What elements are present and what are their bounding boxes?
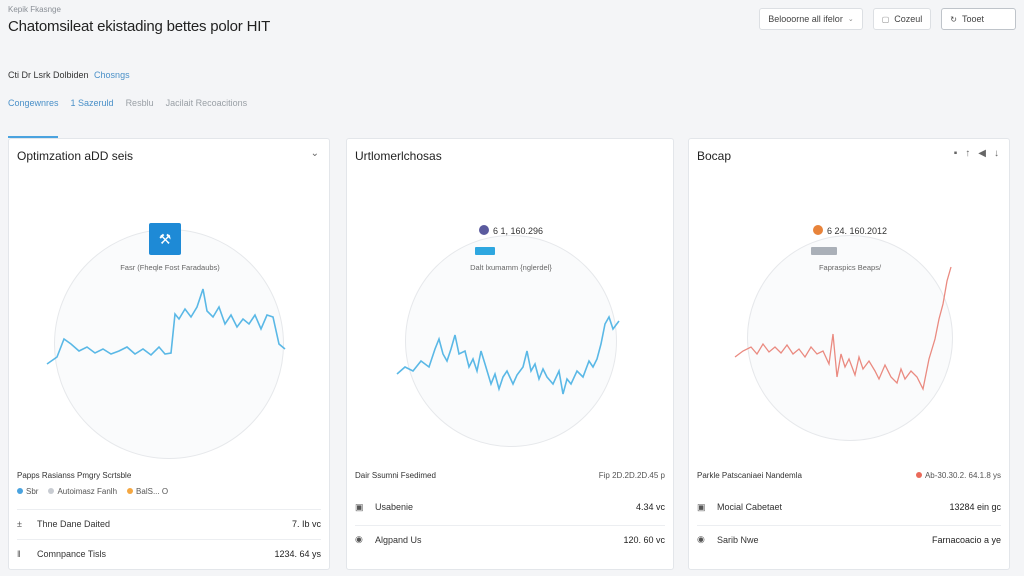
alert-dot <box>915 472 922 478</box>
metric-row[interactable]: ▣ Mocial Cabetaet 13284 ein gc <box>697 493 1001 521</box>
metric-row[interactable]: ◉ Algpand Us 120. 60 vc <box>355 525 665 553</box>
tertiary-button-label: Tooet <box>961 14 984 24</box>
tab-bar: Congewnres 1 Sazeruld Resblu Jacilait Re… <box>8 98 247 112</box>
metric-icon: ± <box>17 518 22 529</box>
card-footer: Parkle Patscaniaei Nandemla Ab-30.30.2. … <box>697 471 1001 480</box>
tertiary-button[interactable]: ↻ Tooet <box>941 8 1016 30</box>
metric-icon: ▣ <box>697 501 706 512</box>
metric-icon: ‖ <box>17 548 21 559</box>
metric-icon: ▣ <box>355 501 364 512</box>
line-chart <box>396 315 620 395</box>
card-footer: Dair Ssumni Fsedimed Fip 2D.2D.2D.45 p <box>355 471 665 480</box>
metric-label: Mocial Cabetaet <box>717 502 783 512</box>
footer-title-text: Parkle Patscaniaei Nandemla <box>697 471 802 480</box>
tab-4[interactable]: Jacilait Recoacitions <box>166 98 248 112</box>
top-actions: Belooorne all ifelor ⌄ ▢ Cozeul ↻ Tooet <box>759 8 1016 30</box>
metric-label: Usabenie <box>375 502 414 512</box>
metric-value: 1234. 64 ys <box>274 548 321 559</box>
legend: Sbr Autoimasz Fanlh BalS... O <box>17 487 168 496</box>
metric-value: Farnacoacio a ye <box>931 534 1001 545</box>
legend-dot <box>48 488 55 494</box>
metric-label: Algpand Us <box>375 534 422 545</box>
card-bocap: Bocap ▪ ↑ ◀ ↓ 6 24. 160.2012 Fapraspics … <box>688 138 1010 570</box>
line-chart <box>46 288 286 365</box>
metric-value: 7. Ib vc <box>291 518 321 529</box>
footer-timestamp-text: Ab-30.30.2. 64.1.8 ys <box>924 471 1001 480</box>
secondary-button[interactable]: ▢ Cozeul <box>872 8 932 30</box>
legend-label: Sbr <box>26 487 39 496</box>
legend-dot <box>127 488 134 494</box>
footer-title-text: Papps Rasianss Pmgry Scrtsble <box>17 471 132 480</box>
subtitle-text: Cti Dr Lsrk Dolbiden <box>8 70 89 80</box>
metric-label: Comnpance Tisls <box>37 548 107 559</box>
chevron-down-icon: ⌄ <box>847 16 854 23</box>
footer-title-text: Dair Ssumni Fsedimed <box>355 471 436 480</box>
footer-timestamp: Ab-30.30.2. 64.1.8 ys <box>915 471 1001 480</box>
metric-label: Sarib Nwe <box>717 534 759 545</box>
metric-value: 120. 60 vc <box>623 534 665 545</box>
metric-row[interactable]: ◉ Sarib Nwe Farnacoacio a ye <box>697 525 1001 553</box>
legend-item: BalS... O <box>127 487 168 496</box>
page-title: Chatomsileat ekistading bettes polor HIT <box>8 18 271 35</box>
legend-label: BalS... O <box>136 487 169 496</box>
metric-value: 13284 ein gc <box>949 502 1001 512</box>
tab-2[interactable]: 1 Sazeruld <box>71 98 114 112</box>
subtitle-link[interactable]: Chosngs <box>94 70 130 80</box>
metric-label: Thne Dane Daited <box>37 518 111 529</box>
calendar-icon: ▢ <box>881 14 890 24</box>
metric-row[interactable]: ▣ Usabenie 4.34 vc <box>355 493 665 521</box>
filter-button-label: Belooorne all ifelor <box>768 14 843 24</box>
card-optimization: Optimzation aDD seis ⌄ ⚒ Fasr (Fheqle Fo… <box>8 138 330 570</box>
metric-row[interactable]: ± Thne Dane Daited 7. Ib vc <box>17 509 321 537</box>
card-urtlomer: Urtlomerlchosas 6 1, 160.296 Dalt lxumam… <box>346 138 674 570</box>
legend-dot <box>17 488 23 494</box>
line-chart <box>734 266 952 391</box>
legend-label: Autoimasz Fanlh <box>57 487 118 496</box>
legend-item: Sbr <box>17 487 38 496</box>
metric-value: 4.34 vc <box>635 502 665 512</box>
dashboard-page: Kepik Fkasnge Chatomsileat ekistading be… <box>0 0 1024 576</box>
tab-3[interactable]: Resblu <box>126 98 154 112</box>
metric-icon: ◉ <box>355 534 363 544</box>
legend-item: Autoimasz Fanlh <box>48 487 117 496</box>
arrow-icon: ↻ <box>950 14 957 24</box>
metric-row[interactable]: ‖ Comnpance Tisls 1234. 64 ys <box>17 539 321 567</box>
footer-timestamp: Fip 2D.2D.2D.45 p <box>598 471 665 480</box>
breadcrumb[interactable]: Kepik Fkasnge <box>8 5 61 14</box>
subtitle-line: Cti Dr Lsrk Dolbiden Chosngs <box>8 70 130 80</box>
tab-1[interactable]: Congewnres <box>8 98 59 112</box>
card-footer-title: Papps Rasianss Pmgry Scrtsble <box>17 471 321 480</box>
filter-dropdown-button[interactable]: Belooorne all ifelor ⌄ <box>759 8 863 30</box>
metric-icon: ◉ <box>697 534 705 544</box>
secondary-button-label: Cozeul <box>894 14 923 24</box>
